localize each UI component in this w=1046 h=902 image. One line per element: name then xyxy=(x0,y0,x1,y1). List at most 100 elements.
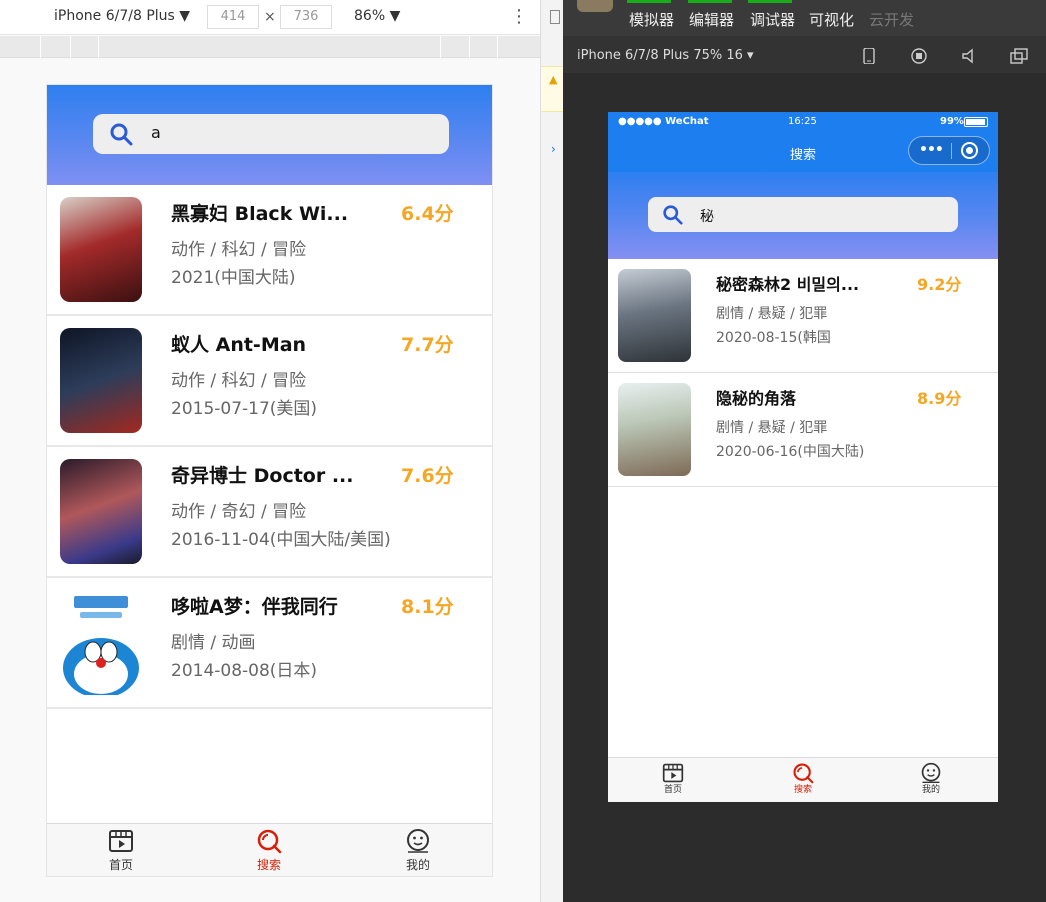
movie-item[interactable]: 奇异博士 Doctor ... 7.6分 动作 / 奇幻 / 冒险 2016-1… xyxy=(47,447,492,578)
search-header: a xyxy=(47,85,492,185)
movie-genre: 动作 / 奇幻 / 冒险 xyxy=(171,502,307,522)
height-input[interactable]: 736 xyxy=(280,5,332,29)
search-query: 秘 xyxy=(700,209,714,225)
more-icon[interactable]: ••• xyxy=(919,142,944,158)
cloud-dev-toggle[interactable]: 云开发 xyxy=(869,9,914,30)
speaker-icon[interactable] xyxy=(960,48,978,64)
tab-label: 首页 xyxy=(108,858,133,872)
movie-score: 9.2分 xyxy=(917,275,962,294)
smile-icon xyxy=(921,762,941,783)
visual-toggle[interactable]: 可视化 xyxy=(809,9,854,30)
search-input[interactable]: a xyxy=(93,114,449,154)
movie-score: 7.7分 xyxy=(401,334,454,356)
movie-item[interactable]: 蚁人 Ant-Man 7.7分 动作 / 科幻 / 冒险 2015-07-17(… xyxy=(47,316,492,447)
stop-icon[interactable] xyxy=(910,48,928,64)
movie-title: 奇异博士 Doctor ... xyxy=(171,465,354,487)
movie-release-date: 2016-11-04(中国大陆/美国) xyxy=(171,530,391,550)
movie-release-date: 2015-07-17(美国) xyxy=(171,399,318,419)
simulator-toolbar: iPhone 6/7/8 Plus 75% 16 ▾ xyxy=(563,36,1046,74)
tab-home[interactable]: 首页 xyxy=(61,824,181,876)
debugger-toggle[interactable]: 调试器 xyxy=(750,9,795,30)
movie-title: 黑寡妇 Black Wi... xyxy=(171,203,349,225)
chevron-right-icon[interactable]: › xyxy=(551,142,556,156)
status-bar: ●●●●● WeChat 16:25 99% xyxy=(608,112,998,132)
movie-item[interactable]: 隐秘的角落 8.9分 剧情 / 悬疑 / 犯罪 2020-06-16(中国大陆) xyxy=(608,373,998,487)
movie-genre: 剧情 / 动画 xyxy=(171,633,256,653)
navigation-bar: 搜索 ••• xyxy=(608,132,998,172)
battery-percent: 99% xyxy=(940,116,964,127)
times-sign: × xyxy=(264,9,276,25)
close-miniprogram-icon[interactable] xyxy=(961,142,978,159)
movie-list: 秘密森林2 비밀의... 9.2分 剧情 / 悬疑 / 犯罪 2020-08-1… xyxy=(608,259,998,487)
search-icon xyxy=(663,205,683,225)
wechat-toolbar: 模拟器 编辑器 调试器 可视化 云开发 xyxy=(563,0,1046,36)
movie-poster xyxy=(60,328,142,433)
tab-profile[interactable]: 我的 xyxy=(881,758,981,802)
device-toolbar: iPhone 6/7/8 Plus ▼ 414 × 736 86% ▼ ⋮ xyxy=(0,0,540,35)
avatar[interactable] xyxy=(577,0,613,12)
devtools-side-panel: ▲ › xyxy=(540,0,564,902)
movie-list: 黑寡妇 Black Wi... 6.4分 动作 / 科幻 / 冒险 2021(中… xyxy=(47,185,492,709)
film-icon xyxy=(662,763,684,783)
movie-genre: 动作 / 科幻 / 冒险 xyxy=(171,240,307,260)
tab-label: 我的 xyxy=(921,785,940,795)
tab-home[interactable]: 首页 xyxy=(623,758,723,802)
movie-release-date: 2021(中国大陆) xyxy=(171,268,296,288)
movie-poster xyxy=(618,269,691,362)
media-query-ruler[interactable] xyxy=(0,36,540,58)
movie-item[interactable]: 黑寡妇 Black Wi... 6.4分 动作 / 科幻 / 冒险 2021(中… xyxy=(47,185,492,316)
movie-item[interactable]: 秘密森林2 비밀의... 9.2分 剧情 / 悬疑 / 犯罪 2020-08-1… xyxy=(608,259,998,373)
status-time: 16:25 xyxy=(788,116,817,127)
tab-search[interactable]: 搜索 xyxy=(209,824,329,876)
battery-icon xyxy=(964,117,988,127)
carrier-label: ●●●●● WeChat xyxy=(618,116,709,127)
movie-score: 8.9分 xyxy=(917,389,962,408)
movie-release-date: 2020-08-15(韩国 xyxy=(716,330,831,346)
window-icon[interactable] xyxy=(1010,48,1028,64)
tab-bar: 首页 搜索 我的 xyxy=(608,757,998,802)
movie-poster xyxy=(60,197,142,302)
active-indicator xyxy=(688,0,732,3)
movie-poster xyxy=(60,459,142,564)
search-header: 秘 xyxy=(608,172,998,259)
tab-label: 我的 xyxy=(405,858,430,872)
movie-release-date: 2014-08-08(日本) xyxy=(171,661,318,681)
panel-toggle-icon[interactable] xyxy=(550,10,560,24)
width-input[interactable]: 414 xyxy=(207,5,259,29)
search-input[interactable]: 秘 xyxy=(648,197,958,232)
phone-icon[interactable] xyxy=(860,48,878,64)
chrome-device-emulator: iPhone 6/7/8 Plus ▼ 414 × 736 86% ▼ ⋮ a … xyxy=(0,0,540,902)
more-options-icon[interactable]: ⋮ xyxy=(510,6,528,27)
search-icon xyxy=(257,829,282,854)
film-icon xyxy=(109,830,133,852)
movie-poster xyxy=(60,590,142,695)
movie-score: 8.1分 xyxy=(401,596,454,618)
warning-banner: ▲ xyxy=(541,66,564,112)
tab-bar: 首页 搜索 我的 xyxy=(47,823,492,876)
tab-profile[interactable]: 我的 xyxy=(358,824,478,876)
movie-title: 秘密森林2 비밀의... xyxy=(716,275,860,294)
device-model-select[interactable]: iPhone 6/7/8 Plus 75% 16 ▾ xyxy=(577,48,754,63)
active-indicator xyxy=(627,0,671,3)
tab-search[interactable]: 搜索 xyxy=(753,758,853,802)
editor-toggle[interactable]: 编辑器 xyxy=(689,9,734,30)
device-select[interactable]: iPhone 6/7/8 Plus ▼ xyxy=(54,8,190,24)
movie-title: 隐秘的角落 xyxy=(716,389,797,408)
movie-item[interactable]: 哆啦A梦：伴我同行 8.1分 剧情 / 动画 2014-08-08(日本) xyxy=(47,578,492,709)
search-icon xyxy=(793,763,814,784)
movie-title: 蚁人 Ant-Man xyxy=(171,334,307,356)
movie-score: 7.6分 xyxy=(401,465,454,487)
tab-label: 首页 xyxy=(663,785,682,795)
simulator-toggle[interactable]: 模拟器 xyxy=(629,9,674,30)
search-query: a xyxy=(151,123,161,142)
wechat-devtools: 模拟器 编辑器 调试器 可视化 云开发 iPhone 6/7/8 Plus 75… xyxy=(563,0,1046,902)
zoom-select[interactable]: 86% ▼ xyxy=(354,8,400,24)
movie-genre: 动作 / 科幻 / 冒险 xyxy=(171,371,307,391)
tab-label: 搜索 xyxy=(793,785,812,795)
active-indicator xyxy=(748,0,792,3)
capsule-menu[interactable]: ••• xyxy=(908,136,990,165)
movie-genre: 剧情 / 悬疑 / 犯罪 xyxy=(716,306,828,322)
phone-viewport: a 黑寡妇 Black Wi... 6.4分 动作 / 科幻 / 冒险 2021… xyxy=(46,84,493,877)
movie-score: 6.4分 xyxy=(401,203,454,225)
movie-release-date: 2020-06-16(中国大陆) xyxy=(716,444,865,460)
